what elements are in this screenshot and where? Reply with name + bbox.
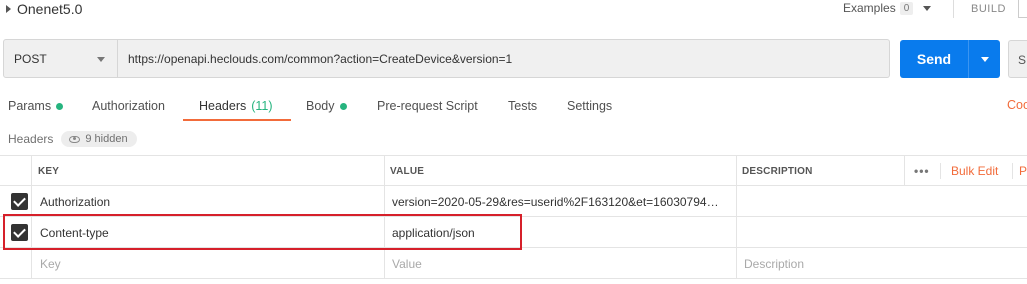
examples-dropdown[interactable]: Examples 0 [843,1,932,15]
highlight-annotation [3,214,522,250]
hidden-headers-label: 9 hidden [85,133,128,145]
tab-headers-count: (11) [251,99,273,113]
chevron-down-icon [923,5,932,11]
save-button[interactable]: S [1008,40,1027,78]
collection-bar: Onenet5.0 Examples 0 BUILD [0,0,1027,20]
tab-body-label: Body [306,99,335,113]
active-tab-indicator [183,119,291,121]
tab-body[interactable]: Body [306,98,347,114]
caret-right-icon[interactable] [6,5,11,13]
tab-params-label: Params [8,99,52,113]
header-key-cell[interactable]: Authorization [40,195,380,209]
examples-count-badge: 0 [899,1,914,15]
send-options-button[interactable] [968,40,1000,78]
send-button[interactable]: Send [900,40,968,78]
divider [953,0,954,18]
headers-subheader: Headers 9 hidden [8,131,137,147]
divider [940,163,941,179]
collection-title-wrap[interactable]: Onenet5.0 [6,1,82,17]
build-button[interactable]: BUILD [971,3,1006,15]
tab-headers[interactable]: Headers (11) [199,98,273,114]
table-row: Authorization version=2020-05-29&res=use… [0,186,1027,217]
tab-settings[interactable]: Settings [567,98,612,114]
column-header-description: DESCRIPTION [742,166,813,177]
bulk-edit-button[interactable]: Bulk Edit [951,164,998,178]
tab-pre-request-script-label: Pre-request Script [377,99,478,113]
headers-section-title: Headers [8,132,54,146]
tab-authorization-label: Authorization [92,99,165,113]
eye-icon [69,135,81,143]
presets-button[interactable]: P [1019,164,1027,178]
method-select[interactable]: POST [3,39,118,78]
checkbox[interactable] [11,193,28,210]
divider [904,155,905,186]
divider [1012,163,1013,179]
tab-params[interactable]: Params [8,98,64,114]
request-tabs: Params Authorization Headers (11) Body P… [0,98,1027,122]
save-label: S [1018,53,1027,67]
hidden-headers-toggle[interactable]: 9 hidden [61,131,137,147]
status-dot-icon [56,102,64,110]
table-row-new: Key Value Description [0,248,1027,279]
status-dot-icon [339,102,347,110]
divider [736,155,737,279]
examples-label: Examples [843,1,896,15]
panel-edge [1018,0,1027,18]
column-header-key: KEY [38,166,60,177]
chevron-down-icon [981,57,989,62]
tab-headers-label: Headers [199,99,247,113]
url-text: https://openapi.heclouds.com/common?acti… [128,52,513,66]
tab-authorization[interactable]: Authorization [92,98,165,114]
value-input[interactable]: Value [392,257,422,271]
column-header-value: VALUE [390,166,425,177]
collection-title[interactable]: Onenet5.0 [17,1,82,17]
tab-pre-request-script[interactable]: Pre-request Script [377,98,478,114]
chevron-down-icon [97,57,105,62]
description-input[interactable]: Description [744,257,804,271]
table-header-row: KEY VALUE DESCRIPTION ••• Bulk Edit P [0,155,1027,186]
tab-settings-label: Settings [567,99,613,113]
url-input[interactable]: https://openapi.heclouds.com/common?acti… [118,39,890,78]
cookies-link[interactable]: Coo [1007,98,1027,112]
method-label: POST [14,52,47,66]
more-options-icon[interactable]: ••• [914,164,930,178]
header-value-cell[interactable]: version=2020-05-29&res=userid%2F163120&e… [392,195,732,209]
tab-tests-label: Tests [508,99,538,113]
tab-tests[interactable]: Tests [508,98,537,114]
key-input[interactable]: Key [40,257,61,271]
